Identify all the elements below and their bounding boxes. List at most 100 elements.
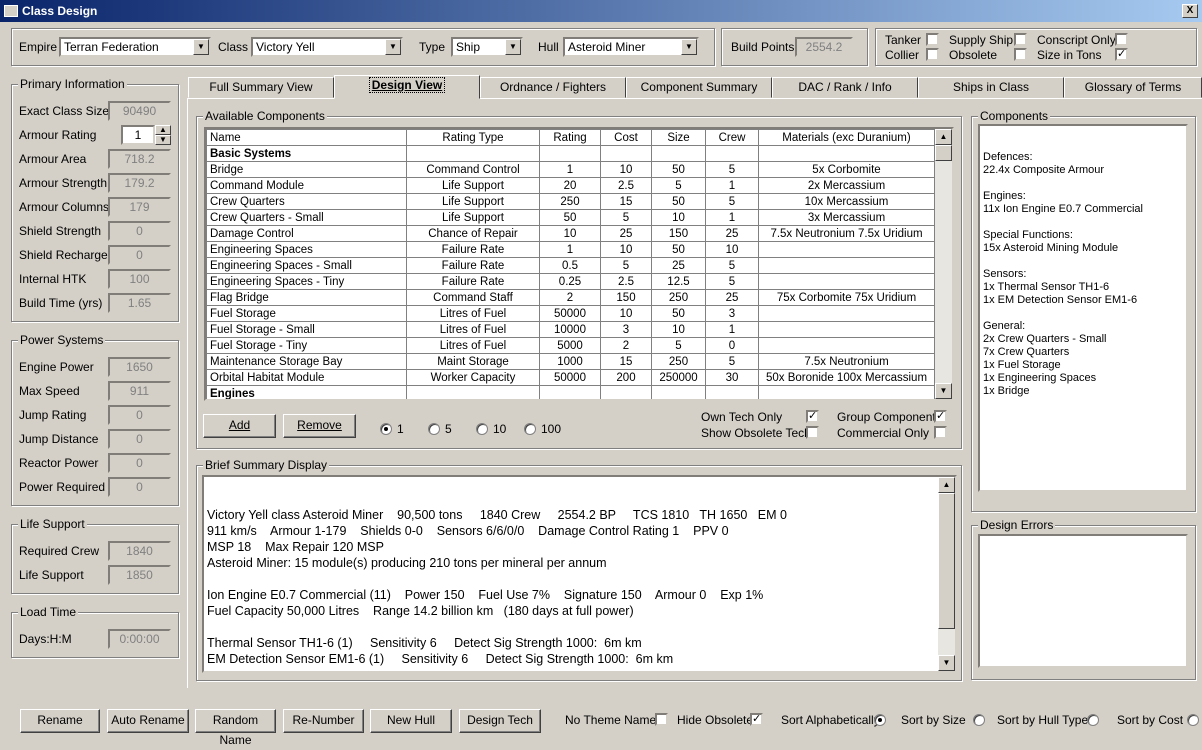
tab-glossary[interactable]: Glossary of Terms <box>1064 77 1202 98</box>
chevron-down-icon[interactable]: ▼ <box>385 39 401 55</box>
column-header[interactable]: Materials (exc Duranium) <box>758 129 935 146</box>
size-in-tons-checkbox[interactable]: ✓ <box>1115 48 1128 61</box>
sort-hull-type-radio[interactable] <box>1087 714 1099 726</box>
column-header[interactable]: Rating Type <box>406 129 540 146</box>
brief-summary-text[interactable]: Victory Yell class Asteroid Miner 90,500… <box>202 475 957 673</box>
scroll-down-icon[interactable]: ▼ <box>938 655 955 671</box>
obsolete-checkbox[interactable] <box>1014 48 1027 61</box>
scroll-up-icon[interactable]: ▲ <box>935 129 952 145</box>
qty-1-radio[interactable] <box>380 423 392 435</box>
table-cell <box>651 385 706 399</box>
table-row[interactable]: Engineering Spaces - Small Failure Rate 0.… <box>206 257 935 274</box>
table-row[interactable]: Command Module Life Support 20 2.5 5 1 2x Merc… <box>206 177 935 194</box>
show-obsolete-checkbox[interactable] <box>806 426 819 439</box>
sort-alpha-radio[interactable] <box>874 714 886 726</box>
commercial-only-checkbox[interactable] <box>934 426 947 439</box>
collier-checkbox[interactable] <box>926 48 939 61</box>
table-section-row[interactable]: Engines <box>206 385 935 399</box>
tanker-checkbox[interactable] <box>926 33 939 46</box>
table-row[interactable]: Bridge Command Control 1 10 50 5 5x Corbomite <box>206 161 935 178</box>
table-cell: 1 <box>705 177 759 194</box>
column-header[interactable]: Name <box>206 129 407 146</box>
table-cell <box>600 145 652 162</box>
components-list[interactable]: Defences: 22.4x Composite Armour Engines: 1… <box>978 124 1188 492</box>
table-cell: Failure Rate <box>406 241 540 258</box>
hull-select[interactable]: Asteroid Miner ▼ <box>563 37 699 57</box>
random-name-button[interactable]: Random Name <box>195 709 276 747</box>
qty-5-radio[interactable] <box>428 423 440 435</box>
tab-full-summary[interactable]: Full Summary View <box>188 77 334 98</box>
rename-button[interactable]: Rename <box>20 709 100 733</box>
armour-down-icon[interactable]: ▼ <box>155 135 171 145</box>
chevron-down-icon[interactable]: ▼ <box>193 39 209 55</box>
empire-select[interactable]: Terran Federation ▼ <box>59 37 211 57</box>
table-cell: 25 <box>705 289 759 306</box>
qty-1-label: 1 <box>397 422 404 436</box>
supply-ship-checkbox[interactable] <box>1014 33 1027 46</box>
no-theme-name-checkbox[interactable] <box>655 713 668 726</box>
own-tech-checkbox[interactable]: ✓ <box>806 410 819 423</box>
armour-up-icon[interactable]: ▲ <box>155 125 171 135</box>
sort-cost-radio[interactable] <box>1187 714 1199 726</box>
group-components-checkbox[interactable]: ✓ <box>934 410 947 423</box>
add-button[interactable]: Add <box>203 414 276 438</box>
conscript-only-checkbox[interactable] <box>1115 33 1128 46</box>
component-line: 22.4x Composite Armour <box>983 164 1105 176</box>
tab-design-view[interactable]: Design View <box>334 75 480 99</box>
qty-100-radio[interactable] <box>524 423 536 435</box>
qty-10-label: 10 <box>493 422 507 436</box>
table-section-row[interactable]: Basic Systems <box>206 145 935 162</box>
remove-button[interactable]: Remove <box>283 414 356 438</box>
column-header[interactable]: Cost <box>600 129 652 146</box>
scroll-thumb[interactable] <box>935 145 952 161</box>
sort-size-radio[interactable] <box>973 714 985 726</box>
table-scrollbar[interactable]: ▲ ▼ <box>935 129 952 399</box>
table-row[interactable]: Engineering Spaces Failure Rate 1 10 50 10 <box>206 241 935 258</box>
chevron-down-icon[interactable]: ▼ <box>681 39 697 55</box>
table-cell: 50x Boronide 100x Mercassium <box>758 369 935 386</box>
table-row[interactable]: Orbital Habitat Module Worker Capacity 500… <box>206 369 935 386</box>
brief-scrollbar[interactable]: ▲ ▼ <box>938 477 955 671</box>
window-title: Class Design <box>22 4 98 18</box>
no-theme-name-label: No Theme Name <box>565 713 657 727</box>
table-cell: 250000 <box>651 369 706 386</box>
table-row[interactable]: Engineering Spaces - Tiny Failure Rate 0.2… <box>206 273 935 290</box>
table-row[interactable]: Fuel Storage - Tiny Litres of Fuel 5000 2 5 0 <box>206 337 935 354</box>
design-errors-list[interactable] <box>978 534 1188 668</box>
table-row[interactable]: Fuel Storage - Small Litres of Fuel 10000 3… <box>206 321 935 338</box>
table-cell <box>705 385 759 399</box>
tab-ships-in-class[interactable]: Ships in Class <box>918 77 1064 98</box>
table-row[interactable]: Crew Quarters - Small Life Support 50 5 10 1 3… <box>206 209 935 226</box>
engine-power-value: 1650 <box>108 357 171 377</box>
armour-rating-input[interactable]: 1 <box>121 125 155 145</box>
brief-summary-title: Brief Summary Display <box>203 458 330 472</box>
table-cell: Fuel Storage <box>206 305 407 322</box>
chevron-down-icon[interactable]: ▼ <box>505 39 521 55</box>
column-header[interactable]: Rating <box>539 129 601 146</box>
renumber-button[interactable]: Re-Number <box>283 709 364 733</box>
class-select[interactable]: Victory Yell ▼ <box>251 37 403 57</box>
life-support-value: 1850 <box>108 565 171 585</box>
tab-ordnance-fighters[interactable]: Ordnance / Fighters <box>480 77 626 98</box>
auto-rename-button[interactable]: Auto Rename <box>107 709 189 733</box>
scroll-thumb[interactable] <box>938 493 955 629</box>
new-hull-button[interactable]: New Hull <box>370 709 452 733</box>
table-row[interactable]: Damage Control Chance of Repair 10 25 150 25 7… <box>206 225 935 242</box>
table-row[interactable]: Crew Quarters Life Support 250 15 50 5 10x Mer… <box>206 193 935 210</box>
column-header[interactable]: Size <box>651 129 706 146</box>
close-button[interactable]: X <box>1182 4 1198 18</box>
qty-10-radio[interactable] <box>476 423 488 435</box>
table-row[interactable]: Fuel Storage Litres of Fuel 50000 10 50 3 <box>206 305 935 322</box>
scroll-down-icon[interactable]: ▼ <box>935 383 952 399</box>
tab-dac-rank-info[interactable]: DAC / Rank / Info <box>772 77 918 98</box>
tab-component-summary[interactable]: Component Summary <box>626 77 772 98</box>
column-header[interactable]: Crew <box>705 129 759 146</box>
scroll-up-icon[interactable]: ▲ <box>938 477 955 493</box>
hide-obsolete-checkbox[interactable]: ✓ <box>750 713 763 726</box>
type-select[interactable]: Ship ▼ <box>451 37 523 57</box>
design-tech-button[interactable]: Design Tech <box>459 709 541 733</box>
table-row[interactable]: Flag Bridge Command Staff 2 150 250 25 75x Cor… <box>206 289 935 306</box>
table-cell: Failure Rate <box>406 273 540 290</box>
load-time-title: Load Time <box>18 605 79 619</box>
table-row[interactable]: Maintenance Storage Bay Maint Storage 1000… <box>206 353 935 370</box>
